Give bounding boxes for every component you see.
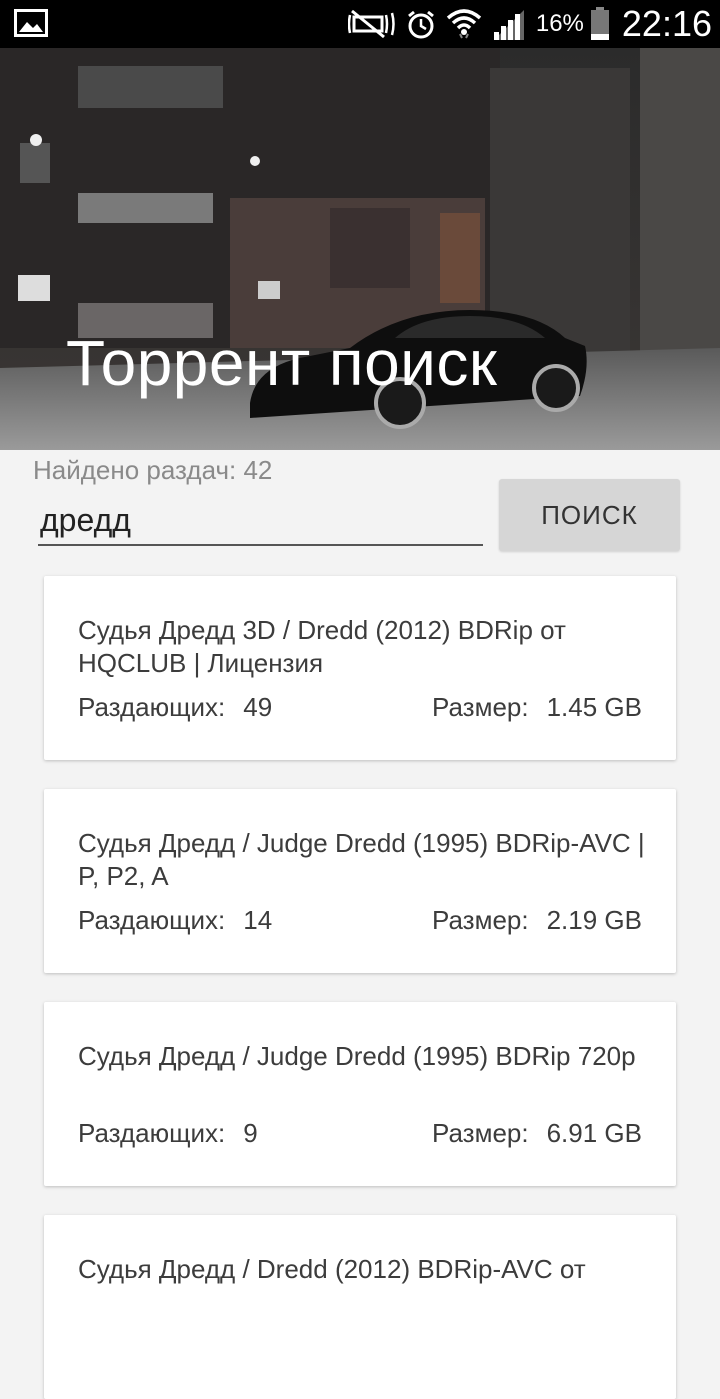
- result-card[interactable]: Судья Дредд / Dredd (2012) BDRip-AVC от: [44, 1215, 676, 1399]
- result-title: Судья Дредд / Judge Dredd (1995) BDRip-A…: [78, 828, 645, 891]
- seeders-value: 9: [243, 1118, 258, 1148]
- clock: 22:16: [621, 3, 712, 44]
- seeders-value: 49: [243, 692, 273, 722]
- result-meta: Раздающих: 14 Размер: 2.19 GB: [78, 905, 642, 936]
- result-title: Судья Дредд / Dredd (2012) BDRip-AVC от: [78, 1254, 586, 1284]
- result-title: Судья Дредд 3D / Dredd (2012) BDRip от H…: [78, 615, 566, 678]
- seeders-value: 14: [243, 905, 273, 935]
- app-title: Торрент поиск: [66, 327, 498, 399]
- search-input[interactable]: [38, 496, 483, 546]
- size-value: 6.91 GB: [546, 1118, 642, 1148]
- result-title: Судья Дредд / Judge Dredd (1995) BDRip 7…: [78, 1041, 636, 1071]
- seeders-label: Раздающих:: [78, 905, 226, 935]
- size-label: Размер:: [432, 905, 529, 935]
- size-label: Размер:: [432, 692, 529, 722]
- seeders-label: Раздающих:: [78, 692, 226, 722]
- status-bar: 16% 22:16: [0, 0, 720, 48]
- mute-icon: [347, 9, 396, 39]
- results-count: Найдено раздач: 42: [33, 455, 273, 485]
- header-banner: Торрент поиск: [0, 48, 720, 450]
- result-card[interactable]: Судья Дредд / Judge Dredd (1995) BDRip 7…: [44, 1002, 676, 1186]
- size-label: Размер:: [432, 1118, 529, 1148]
- result-card[interactable]: Судья Дредд 3D / Dredd (2012) BDRip от H…: [44, 576, 676, 760]
- result-meta: Раздающих: 49 Размер: 1.45 GB: [78, 692, 642, 723]
- signal-icon: [492, 8, 526, 40]
- alarm-icon: [406, 9, 436, 39]
- size-value: 1.45 GB: [546, 692, 642, 722]
- size-value: 2.19 GB: [546, 905, 642, 935]
- battery-icon: [590, 7, 610, 41]
- gallery-icon: [14, 9, 48, 37]
- result-card[interactable]: Судья Дредд / Judge Dredd (1995) BDRip-A…: [44, 789, 676, 973]
- result-meta: Раздающих: 9 Размер: 6.91 GB: [78, 1118, 642, 1149]
- seeders-label: Раздающих:: [78, 1118, 226, 1148]
- search-button[interactable]: ПОИСК: [499, 479, 680, 551]
- wifi-icon: [446, 8, 482, 40]
- battery-percent: 16%: [535, 10, 584, 37]
